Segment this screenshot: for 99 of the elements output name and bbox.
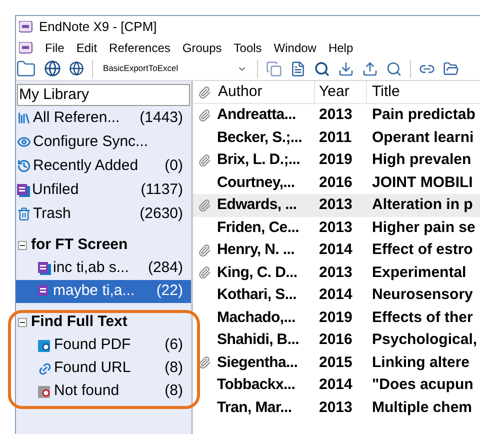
menu-item[interactable]: Window: [274, 38, 316, 56]
library-item[interactable]: All Referen... (1443): [16, 106, 191, 130]
reference-row[interactable]: Edwards, ... 2013 Alteration in p: [193, 194, 480, 216]
reference-count: (2630): [140, 204, 184, 224]
menu-item[interactable]: Groups: [182, 38, 222, 56]
folder-icon[interactable]: [443, 60, 459, 76]
menu-item[interactable]: References: [109, 38, 170, 56]
column-header[interactable]: Year: [315, 81, 367, 104]
reference-count: (1443): [140, 108, 184, 128]
group-item[interactable]: Found PDF (6): [16, 334, 191, 357]
endnote-logo-icon: [19, 21, 33, 33]
collapse-icon[interactable]: [18, 318, 27, 326]
reference-count: (22): [156, 281, 184, 302]
author-cell-text: Shahidi, B...: [216, 330, 300, 350]
group-icon: [38, 262, 51, 275]
year-cell-text: 2014: [318, 375, 354, 395]
title-cell-text: JOINT MOBILI: [371, 172, 473, 192]
author-cell-text: Friden, Ce...: [216, 218, 300, 238]
title-cell-text: Neurosensory: [371, 285, 473, 305]
title-cell-text: "Does acupun: [371, 375, 474, 395]
year-cell-text: 2013: [318, 262, 354, 282]
year-cell-text: 2019: [318, 308, 354, 328]
library-item[interactable]: Unfiled (1137): [16, 178, 191, 202]
group-set-title[interactable]: for FT Screen: [31, 234, 128, 256]
year-cell-text: 2014: [318, 240, 354, 260]
title-cell-text: Linking altere: [371, 352, 470, 372]
title-cell-text: Pain predictab: [371, 105, 476, 125]
title-cell-text: Alteration in p: [371, 195, 473, 215]
reference-count: (8): [164, 381, 184, 402]
folder-icon[interactable]: [16, 58, 36, 78]
author-cell-text: Henry, N. ...: [216, 240, 296, 260]
clock-icon: [17, 159, 31, 173]
title-cell-text: Experimental: [371, 262, 466, 282]
author-cell-text: King, C. D...: [216, 262, 298, 282]
year-cell-text: 2014: [318, 285, 354, 305]
window-title: EndNote X9 - [CPM]: [39, 18, 157, 36]
reference-count: (6): [164, 335, 184, 356]
reference-count: (284): [148, 258, 184, 278]
library-item[interactable]: Trash (2630): [16, 202, 191, 226]
upload-icon[interactable]: [362, 60, 378, 76]
menu-item[interactable]: Edit: [76, 38, 98, 56]
collapse-icon[interactable]: [18, 240, 27, 250]
year-cell-text: 2015: [318, 352, 354, 372]
group-item[interactable]: inc ti,ab s... (284): [16, 257, 191, 280]
author-cell-text: Courtney,...: [216, 172, 296, 192]
download-icon[interactable]: [338, 60, 354, 76]
title-cell-text: High prevalen: [371, 150, 472, 170]
paperclip-icon: [198, 86, 210, 98]
title-cell-text: Multiple chem: [371, 398, 472, 418]
copy-icon[interactable]: [266, 60, 282, 76]
title-cell-text: Higher pain se: [371, 218, 476, 238]
year-cell-text: 2016: [318, 172, 354, 192]
title-cell-text: Effects of ther: [371, 308, 473, 328]
search-icon[interactable]: [386, 60, 402, 76]
library-icon: [17, 111, 31, 125]
menu-item[interactable]: Help: [328, 38, 354, 56]
group-item[interactable]: maybe ti,a... (22): [16, 280, 191, 303]
author-cell-text: Siegentha...: [216, 352, 299, 372]
menu-item[interactable]: Tools: [234, 38, 262, 56]
year-cell-text: 2011: [318, 128, 353, 148]
document-icon[interactable]: [290, 60, 306, 76]
author-cell-text: Edwards, ...: [216, 195, 298, 215]
trash-icon: [17, 207, 31, 221]
column-header[interactable]: Author: [215, 81, 315, 104]
year-cell-text: 2013: [318, 218, 354, 238]
menu-item[interactable]: File: [45, 38, 64, 56]
style-dropdown[interactable]: BasicExportToExcel: [101, 60, 249, 78]
author-cell-text: Tran, Mar...: [216, 398, 293, 418]
library-item[interactable]: Configure Sync...: [16, 130, 191, 154]
reference-count: (1137): [140, 180, 184, 200]
year-cell-text: 2013: [318, 105, 354, 125]
eye-icon: [17, 135, 31, 149]
globe-icon[interactable]: [69, 61, 84, 76]
author-cell-text: Kothari, S...: [216, 285, 298, 305]
year-cell-text: 2013: [318, 195, 354, 215]
globe-icon[interactable]: [44, 60, 61, 77]
author-cell-text: Brix, L. D.;...: [216, 150, 302, 170]
year-cell-text: 2019: [318, 150, 354, 170]
group-set-title[interactable]: Find Full Text: [31, 310, 128, 334]
group-icon: [38, 285, 51, 298]
column-header[interactable]: Title: [367, 81, 400, 104]
author-cell-text: Machado,...: [216, 308, 296, 328]
title-cell-text: Effect of estro: [371, 240, 473, 260]
author-cell-text: Becker, S.;...: [216, 128, 304, 148]
library-item[interactable]: Recently Added (0): [16, 154, 191, 178]
author-cell-text: Andreatta...: [216, 105, 297, 125]
group-icon: [17, 184, 30, 196]
title-cell-text: Psychological,: [371, 330, 478, 350]
group-item[interactable]: Not found (8): [16, 380, 191, 403]
search-icon[interactable]: [314, 60, 330, 76]
year-cell-text: 2016: [318, 330, 354, 350]
reference-count: (8): [164, 358, 184, 378]
endnote-logo-icon: [19, 42, 33, 54]
reference-count: (0): [164, 156, 184, 176]
author-cell-text: Tobbackx...: [216, 375, 296, 395]
year-cell-text: 2013: [318, 398, 354, 418]
group-item[interactable]: Found URL (8): [16, 357, 191, 380]
title-cell-text: Operant learni: [371, 128, 474, 148]
library-header-field[interactable]: My Library: [17, 84, 190, 106]
